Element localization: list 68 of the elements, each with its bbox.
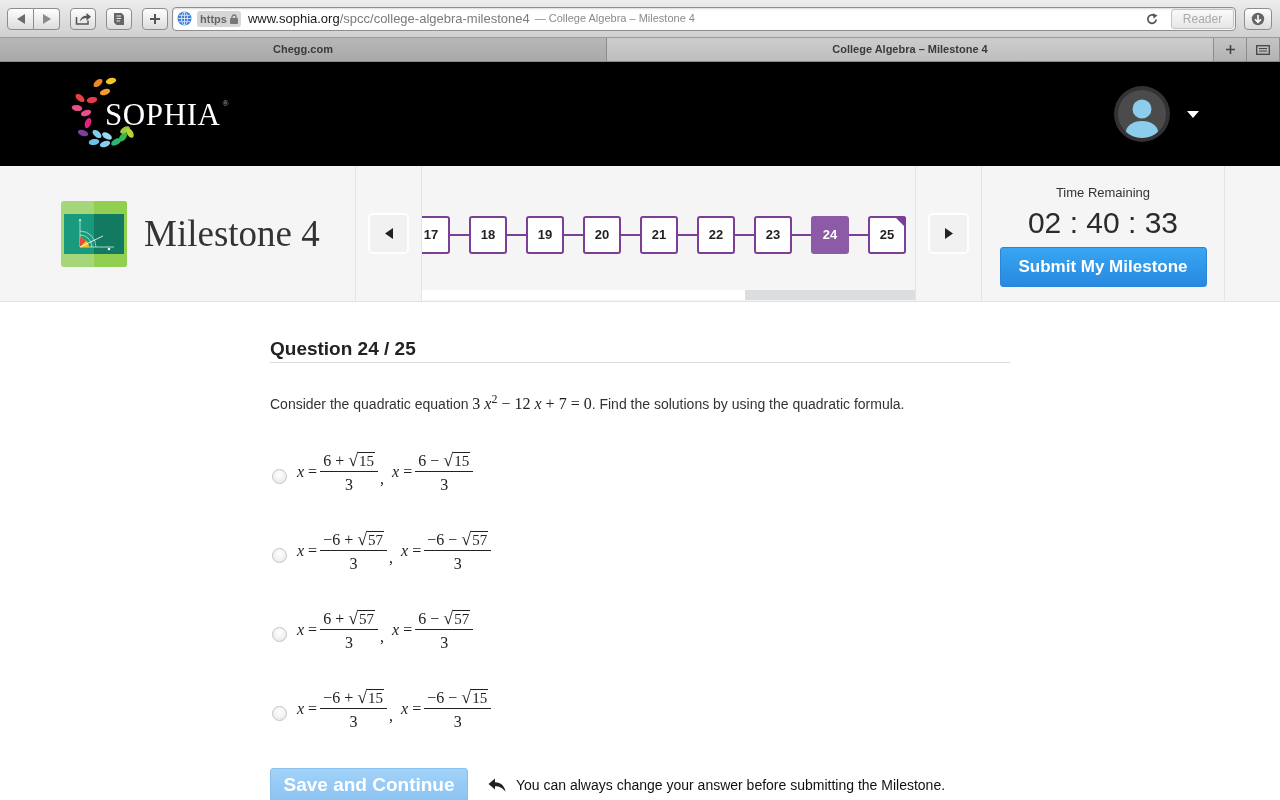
answer-formula[interactable]: x = −6 + √57 3 , x = −6 − √57 3 <box>297 530 492 572</box>
logo[interactable]: SOPHIA$^{®}$ <box>66 73 236 155</box>
page-title-text: — College Algebra – Milestone 4 <box>534 11 695 27</box>
reload-icon[interactable] <box>1146 12 1158 25</box>
connector-line <box>792 234 811 236</box>
tab-overview-button[interactable] <box>1247 38 1280 61</box>
download-icon <box>1251 11 1265 26</box>
hint-text: You can always change your answer before submitting the Milestone. <box>516 775 946 795</box>
next-button[interactable] <box>928 213 969 254</box>
corner-fold-icon <box>894 216 906 228</box>
back-button[interactable] <box>7 7 34 30</box>
question-step-button[interactable]: 23 <box>754 216 792 254</box>
lock-icon <box>229 13 238 24</box>
radio-button[interactable] <box>272 547 287 563</box>
window-icon <box>1256 44 1270 55</box>
bookmarks-button[interactable] <box>106 7 132 30</box>
question-step-button[interactable]: 19 <box>526 216 564 254</box>
question-step-button[interactable]: 17 <box>422 216 450 254</box>
browser-tab[interactable]: Chegg.com <box>0 38 607 61</box>
question-step-button[interactable]: 25 <box>868 216 906 254</box>
browser-tab[interactable]: College Algebra – Milestone 4 <box>607 38 1214 61</box>
globe-icon <box>177 11 192 26</box>
new-tab-button[interactable] <box>1214 38 1247 61</box>
user-avatar-icon[interactable] <box>1114 86 1170 142</box>
connector-line <box>849 234 868 236</box>
scrollbar-thumb[interactable] <box>745 290 915 300</box>
answer-formula[interactable]: x = −6 + √15 3 , x = −6 − √15 3 <box>297 688 492 730</box>
radio-button[interactable] <box>272 626 287 642</box>
reply-arrow-icon <box>488 778 506 792</box>
question-step-button[interactable]: 18 <box>469 216 507 254</box>
answer-formula[interactable]: x = 6 + √57 3 , x = 6 − √57 3 <box>297 609 474 651</box>
scheme-text: https <box>200 11 227 27</box>
question-step-button[interactable]: 20 <box>583 216 621 254</box>
reader-button: Reader <box>1171 8 1234 29</box>
connector-line <box>678 234 697 236</box>
plus-icon <box>1225 45 1235 54</box>
question-step-button[interactable]: 21 <box>640 216 678 254</box>
chalkboard-icon <box>61 200 127 267</box>
milestone-title: Milestone 4 <box>144 215 320 252</box>
document-icon <box>113 11 125 26</box>
scrollbar[interactable] <box>422 290 915 300</box>
plus-icon <box>150 13 160 24</box>
radio-button[interactable] <box>272 468 287 484</box>
url-text[interactable]: www.sophia.org/spcc/college-algebra-milestone4 <box>247 8 530 29</box>
radio-button[interactable] <box>272 705 287 721</box>
connector-line <box>735 234 754 236</box>
triangle-right-icon <box>944 228 953 239</box>
question-heading: Question 24 / 25 <box>270 338 416 359</box>
connector-line <box>564 234 583 236</box>
question-step-button[interactable]: 22 <box>697 216 735 254</box>
add-button[interactable] <box>142 7 168 30</box>
connector-line <box>507 234 526 236</box>
question-step-button[interactable]: 24 <box>811 216 849 254</box>
triangle-left-icon <box>384 228 393 239</box>
question-text: Consider the quadratic equation 3 x$^{2}$ − 12 x + 7 = 0. Find the solutions by using the quadratic formula. <box>270 393 906 414</box>
connector-line <box>450 234 469 236</box>
timer-label: Time Remaining <box>1055 185 1151 201</box>
share-icon <box>75 12 91 25</box>
caret-down-icon[interactable] <box>1187 110 1199 118</box>
share-button[interactable] <box>70 7 96 30</box>
triangle-right-icon <box>42 13 51 24</box>
triangle-left-icon <box>16 13 25 24</box>
forward-button[interactable] <box>34 7 60 30</box>
previous-button[interactable] <box>368 213 409 254</box>
connector-line <box>621 234 640 236</box>
downloads-button[interactable] <box>1244 7 1272 30</box>
timer-value: 02 : 40 : 33 <box>1027 205 1179 241</box>
answer-formula[interactable]: x = 6 + √15 3 , x = 6 − √15 3 <box>297 451 474 493</box>
